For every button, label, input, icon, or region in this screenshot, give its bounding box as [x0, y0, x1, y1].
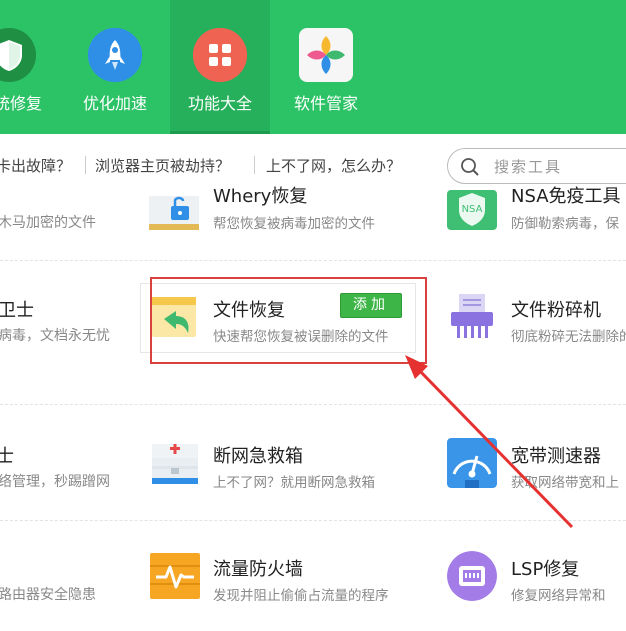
- annotation-arrow: [405, 355, 574, 529]
- app-window: 统修复 优化加速 功能大全 软件管家 卡出故障？ 浏览器主页被劫持？ 上不了网，…: [0, 0, 626, 631]
